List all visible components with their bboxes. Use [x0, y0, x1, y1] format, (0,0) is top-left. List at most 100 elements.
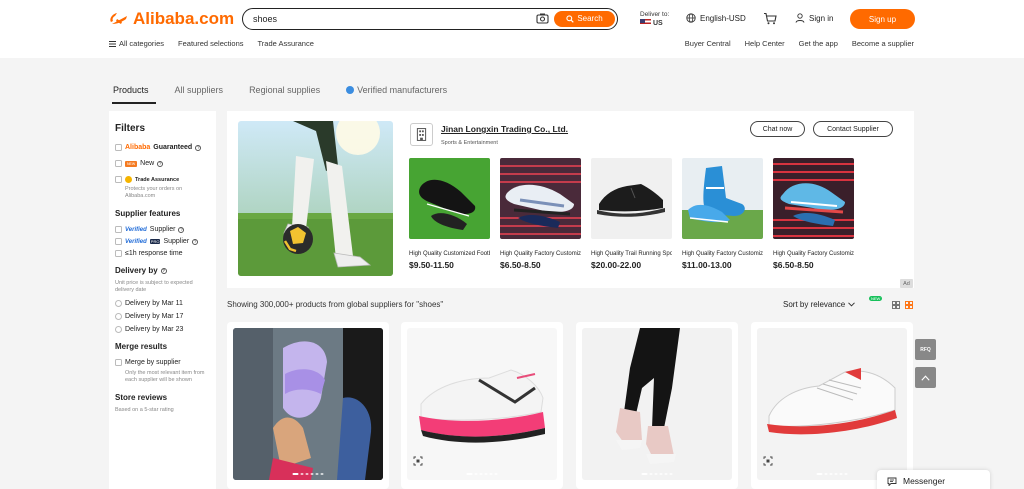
help-icon[interactable]: ?	[160, 267, 167, 274]
rfq-label: RFQ	[920, 346, 931, 353]
tab-verified-label: Verified manufacturers	[357, 85, 448, 95]
gallery-view-icon[interactable]	[905, 301, 913, 309]
checkbox[interactable]	[115, 144, 122, 151]
messenger-label: Messenger	[903, 476, 946, 486]
merge-results-heading: Merge results	[115, 342, 168, 351]
company-name-link[interactable]: Jinan Longxin Trading Co., Ltd.	[441, 124, 568, 134]
ad-product-card[interactable]: High Quality Factory Customized Hot Sell…	[682, 158, 763, 270]
help-center-link[interactable]: Help Center	[745, 39, 785, 48]
filter-verified-supplier[interactable]: Verified Supplier ?	[115, 226, 210, 233]
filter-delivery-option[interactable]: Delivery by Mar 11	[115, 300, 210, 307]
filter-trade-assurance[interactable]: Trade Assurance	[115, 176, 210, 183]
tab-verified-manufacturers[interactable]: Verified manufacturers	[346, 85, 447, 95]
image-carousel-dots	[466, 473, 498, 475]
ad-product-price: $6.50-8.50	[773, 260, 814, 270]
cart-icon[interactable]	[763, 12, 777, 25]
search-button[interactable]: Search	[554, 10, 615, 27]
checkbox[interactable]	[115, 226, 122, 233]
merge-by-supplier-label: Merge by supplier	[125, 359, 181, 366]
tab-regional-supplies[interactable]: Regional supplies	[249, 85, 320, 95]
checkbox[interactable]	[115, 359, 122, 366]
product-card[interactable]	[751, 322, 913, 489]
trade-assurance-label: Trade Assurance	[135, 176, 180, 183]
get-the-app-link[interactable]: Get the app	[799, 39, 838, 48]
trade-assurance-icon	[125, 176, 132, 183]
language-label: English-USD	[700, 13, 746, 23]
nav-left: All categories Featured selections Trade…	[109, 39, 314, 48]
filter-new[interactable]: NEW New ?	[115, 160, 210, 167]
results-summary: Showing 300,000+ products from global su…	[227, 300, 444, 309]
product-card[interactable]	[227, 322, 389, 489]
ad-product-card[interactable]: High Quality Trail Running Sports Shoes.…	[591, 158, 672, 270]
product-image[interactable]	[757, 328, 907, 480]
tab-products[interactable]: Products	[113, 85, 149, 95]
trade-assurance-link[interactable]: Trade Assurance	[257, 39, 313, 48]
radio[interactable]	[115, 300, 122, 307]
delivery-option-label: Delivery by Mar 11	[125, 300, 183, 307]
filter-merge-by-supplier[interactable]: Merge by supplier	[115, 359, 210, 366]
ad-product-card[interactable]: High Quality Factory Customized Hot Sell…	[773, 158, 854, 270]
radio[interactable]	[115, 326, 122, 333]
ad-product-name: High Quality Trail Running Sports Shoes.…	[591, 251, 672, 257]
blue-red-football-boot-image	[773, 158, 854, 239]
grid-view-icon[interactable]	[892, 301, 900, 309]
search-input[interactable]	[253, 11, 523, 27]
tab-all-suppliers[interactable]: All suppliers	[175, 85, 224, 95]
help-icon[interactable]: ?	[178, 226, 185, 233]
language-selector[interactable]: English-USD	[686, 13, 746, 23]
rfq-button[interactable]: RFQ	[915, 339, 936, 360]
logo-text: Alibaba.com	[133, 9, 235, 28]
back-to-top-button[interactable]	[915, 367, 936, 388]
guaranteed-word: Guaranteed	[153, 144, 193, 151]
all-categories-link[interactable]: All categories	[109, 39, 164, 48]
ad-product-price: $11.00-13.00	[682, 260, 732, 270]
product-image[interactable]	[582, 328, 732, 480]
ad-product-card[interactable]: High Quality Customized Football... $9.5…	[409, 158, 490, 270]
checkbox[interactable]	[115, 250, 122, 257]
filter-guaranteed[interactable]: Alibaba Guaranteed ?	[115, 144, 210, 151]
filter-delivery-option[interactable]: Delivery by Mar 17	[115, 313, 210, 320]
contact-supplier-button[interactable]: Contact Supplier	[813, 121, 893, 137]
image-search-icon[interactable]	[413, 456, 423, 466]
sign-in-link[interactable]: Sign in	[795, 13, 833, 23]
deliver-label: Deliver to:	[640, 11, 670, 18]
user-icon	[795, 13, 805, 23]
active-tab-underline	[112, 102, 156, 104]
product-card[interactable]	[576, 322, 738, 489]
help-icon[interactable]: ?	[157, 160, 164, 167]
radio[interactable]	[115, 313, 122, 320]
featured-selections-link[interactable]: Featured selections	[178, 39, 243, 48]
help-icon[interactable]: ?	[192, 238, 199, 245]
filter-response-time[interactable]: ≤1h response time	[115, 250, 210, 257]
product-image[interactable]	[407, 328, 557, 480]
new-badge: NEW	[125, 160, 138, 167]
ad-product-price: $20.00-22.00	[591, 260, 642, 270]
image-search-icon[interactable]	[763, 456, 773, 466]
chat-bubble-icon	[887, 477, 897, 486]
checkbox[interactable]	[115, 160, 122, 167]
become-supplier-link[interactable]: Become a supplier	[852, 39, 914, 48]
pink-white-racing-shoe-image	[407, 328, 557, 480]
ad-product-card[interactable]: High Quality Factory Customized Hot Sell…	[500, 158, 581, 270]
product-image[interactable]	[233, 328, 383, 480]
sort-dropdown[interactable]: Sort by relevance	[783, 300, 856, 309]
checkbox[interactable]	[115, 176, 122, 183]
help-icon[interactable]: ?	[195, 144, 202, 151]
ad-hero-image[interactable]	[238, 121, 393, 276]
chat-now-button[interactable]: Chat now	[750, 121, 805, 137]
messenger-widget[interactable]: Messenger	[877, 470, 990, 489]
arrow-up-icon	[921, 374, 930, 381]
deliver-country: US	[653, 20, 663, 27]
product-card[interactable]	[401, 322, 563, 489]
checkbox[interactable]	[115, 238, 122, 245]
camera-icon[interactable]	[536, 12, 549, 25]
search-button-label: Search	[577, 14, 603, 23]
filter-delivery-option[interactable]: Delivery by Mar 23	[115, 326, 210, 333]
alibaba-logo[interactable]: Alibaba.com	[108, 9, 234, 29]
deliver-to[interactable]: Deliver to: US	[640, 10, 669, 28]
buyer-central-link[interactable]: Buyer Central	[685, 39, 731, 48]
filter-verified-pro-supplier[interactable]: Verified PRO Supplier ?	[115, 238, 210, 245]
sign-in-label: Sign in	[809, 13, 834, 23]
sign-up-button[interactable]: Sign up	[850, 9, 915, 29]
store-reviews-note: Based on a 5-star rating	[115, 407, 174, 413]
